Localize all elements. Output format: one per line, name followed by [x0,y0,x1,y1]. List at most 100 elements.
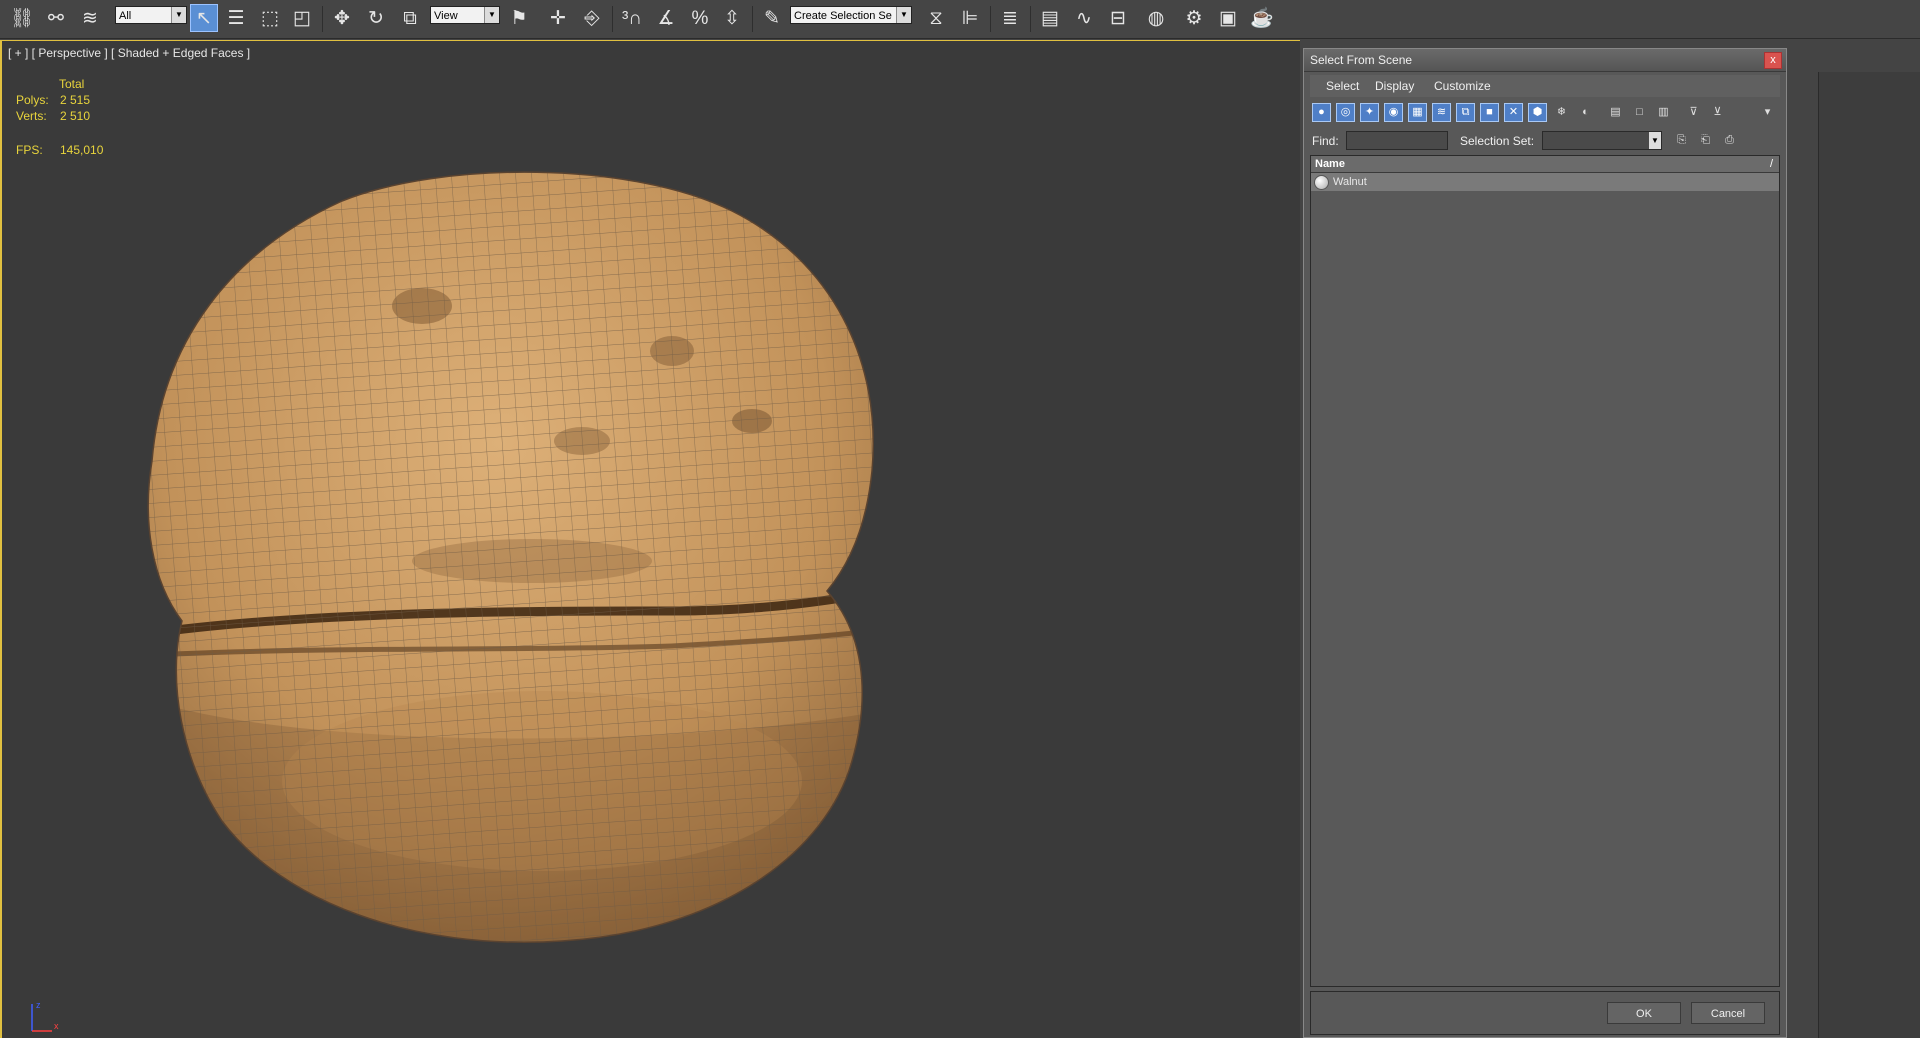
reference-coord-value: View [434,10,458,22]
axis-gizmo: z x [31,1000,59,1032]
percent-snap-icon[interactable]: % [686,4,714,32]
ok-button[interactable]: OK [1607,1002,1681,1024]
select-from-scene-dialog: Select From Scene x Select Display Custo… [1303,48,1787,1038]
curve-editor-icon[interactable]: ∿ [1070,4,1098,32]
viewport-label[interactable]: [ + ] [ Perspective ] [ Shaded + Edged F… [8,46,250,60]
scene-object-list[interactable]: Name / Walnut [1310,155,1780,987]
toolbar-overflow-icon[interactable]: ▾ [1758,103,1777,122]
chevron-down-icon: ▼ [1649,132,1661,149]
select-invert-icon[interactable]: ▥ [1654,103,1673,122]
spinner-snap-icon[interactable]: ⇳ [718,4,746,32]
stats-verts-label: Verts: [16,109,47,123]
selection-filter-value: All [119,10,132,22]
render-icon[interactable]: ☕ [1248,4,1276,32]
dialog-title-bar[interactable]: Select From Scene x [1304,49,1786,72]
column-header-name[interactable]: Name [1315,158,1345,170]
stats-polys-value: 2 515 [60,93,91,107]
select-manipulate-icon[interactable]: ✛ [544,4,572,32]
list-item-label: Walnut [1333,176,1367,188]
reference-coord-dropdown[interactable]: View ▼ [430,6,500,24]
remove-from-selection-set-icon[interactable]: ⎙ [1720,131,1739,150]
gizmo-x-label: x [54,1021,59,1031]
main-toolbar: ⛓ ⚯ ≋ All ▼ ↖ ☰ ⬚ ◰ ✥ ↻ ⧉ View ▼ ⚑ ✛ ⎆ ³… [0,0,1920,39]
menu-select[interactable]: Select [1326,79,1359,93]
display-groups-icon[interactable]: ⧉ [1456,103,1475,122]
filter-options-icon[interactable]: ⊻ [1708,103,1727,122]
window-crossing-icon[interactable]: ◰ [288,4,316,32]
toolbar-divider [612,6,613,32]
layer-explorer-icon[interactable]: ≣ [996,4,1024,32]
list-header[interactable]: Name / [1311,156,1779,173]
move-icon[interactable]: ✥ [328,4,356,32]
selection-set-dropdown[interactable]: ▼ [1542,131,1662,150]
display-hidden-icon[interactable]: ◐ [1576,103,1595,122]
snap-3d-icon[interactable]: ³∩ [618,4,646,32]
walnut-model[interactable] [112,141,972,1001]
find-input[interactable] [1346,131,1448,150]
keyboard-shortcut-icon[interactable]: ⎆ [578,4,606,32]
dialog-footer: OK Cancel [1310,991,1780,1035]
select-object-icon[interactable]: ↖ [190,4,218,32]
display-containers-icon[interactable]: ⬢ [1528,103,1547,122]
cancel-button[interactable]: Cancel [1691,1002,1765,1024]
sort-indicator-icon: / [1769,158,1773,170]
rect-region-icon[interactable]: ⬚ [256,4,284,32]
link-icon[interactable]: ⛓ [8,4,36,32]
display-helpers-icon[interactable]: ▦ [1408,103,1427,122]
select-all-icon[interactable]: ▤ [1606,103,1625,122]
rendered-frame-icon[interactable]: ▣ [1214,4,1242,32]
add-to-selection-set-icon[interactable]: ⎗ [1696,131,1715,150]
list-item[interactable]: Walnut [1311,173,1779,191]
dialog-menu-bar: Select Display Customize [1310,75,1780,97]
display-lights-icon[interactable]: ✦ [1360,103,1379,122]
display-bones-icon[interactable]: ✕ [1504,103,1523,122]
selection-filter-dropdown[interactable]: All ▼ [115,6,187,24]
chevron-down-icon: ▼ [484,7,499,23]
geometry-object-icon [1314,175,1329,190]
chevron-down-icon: ▼ [896,7,911,23]
unlink-icon[interactable]: ⚯ [42,4,70,32]
rotate-icon[interactable]: ↻ [362,4,390,32]
material-editor-icon[interactable]: ◍ [1142,4,1170,32]
perspective-viewport[interactable]: [ + ] [ Perspective ] [ Shaded + Edged F… [0,40,1300,1038]
display-frozen-icon[interactable]: ❄ [1552,103,1571,122]
display-spacewarps-icon[interactable]: ≋ [1432,103,1451,122]
mirror-icon[interactable]: ⧖ [922,4,950,32]
ribbon-icon[interactable]: ▤ [1036,4,1064,32]
toolbar-divider [322,6,323,32]
stats-polys-label: Polys: [16,93,49,107]
select-by-name-icon[interactable]: ☰ [222,4,250,32]
named-selection-value: Create Selection Se [794,10,892,22]
filter-icon[interactable]: ⊽ [1684,103,1703,122]
create-selection-set-icon[interactable]: ⎘ [1672,131,1691,150]
bind-spacewarp-icon[interactable]: ≋ [76,4,104,32]
toolbar-divider [1030,6,1031,32]
dialog-toolbar: ● ◎ ✦ ◉ ▦ ≋ ⧉ ■ ✕ ⬢ ❄ ◐ ▤ □ ▥ ⊽ ⊻ ▾ [1310,101,1780,125]
schematic-view-icon[interactable]: ⊟ [1104,4,1132,32]
selection-set-label: Selection Set: [1460,134,1535,148]
render-setup-icon[interactable]: ⚙ [1180,4,1208,32]
find-row: Find: Selection Set: ▼ ⎘ ⎗ ⎙ [1310,129,1780,153]
edit-named-selection-icon[interactable]: ✎ [758,4,786,32]
stats-verts-value: 2 510 [60,109,91,123]
angle-snap-icon[interactable]: ∡ [652,4,680,32]
command-panel [1818,72,1920,1038]
find-label: Find: [1312,134,1339,148]
chevron-down-icon: ▼ [171,7,186,23]
pivot-icon[interactable]: ⚑ [505,4,533,32]
stats-fps-value: 145,010 [60,143,104,157]
close-icon[interactable]: x [1764,52,1782,69]
stats-total-label: Total [59,77,85,91]
display-xrefs-icon[interactable]: ■ [1480,103,1499,122]
select-none-icon[interactable]: □ [1630,103,1649,122]
toolbar-divider [752,6,753,32]
display-shapes-icon[interactable]: ◎ [1336,103,1355,122]
menu-customize[interactable]: Customize [1434,79,1491,93]
align-icon[interactable]: ⊫ [956,4,984,32]
display-geometry-icon[interactable]: ● [1312,103,1331,122]
named-selection-dropdown[interactable]: Create Selection Se ▼ [790,6,912,24]
display-cameras-icon[interactable]: ◉ [1384,103,1403,122]
toolbar-divider [990,6,991,32]
menu-display[interactable]: Display [1375,79,1414,93]
scale-icon[interactable]: ⧉ [396,4,424,32]
